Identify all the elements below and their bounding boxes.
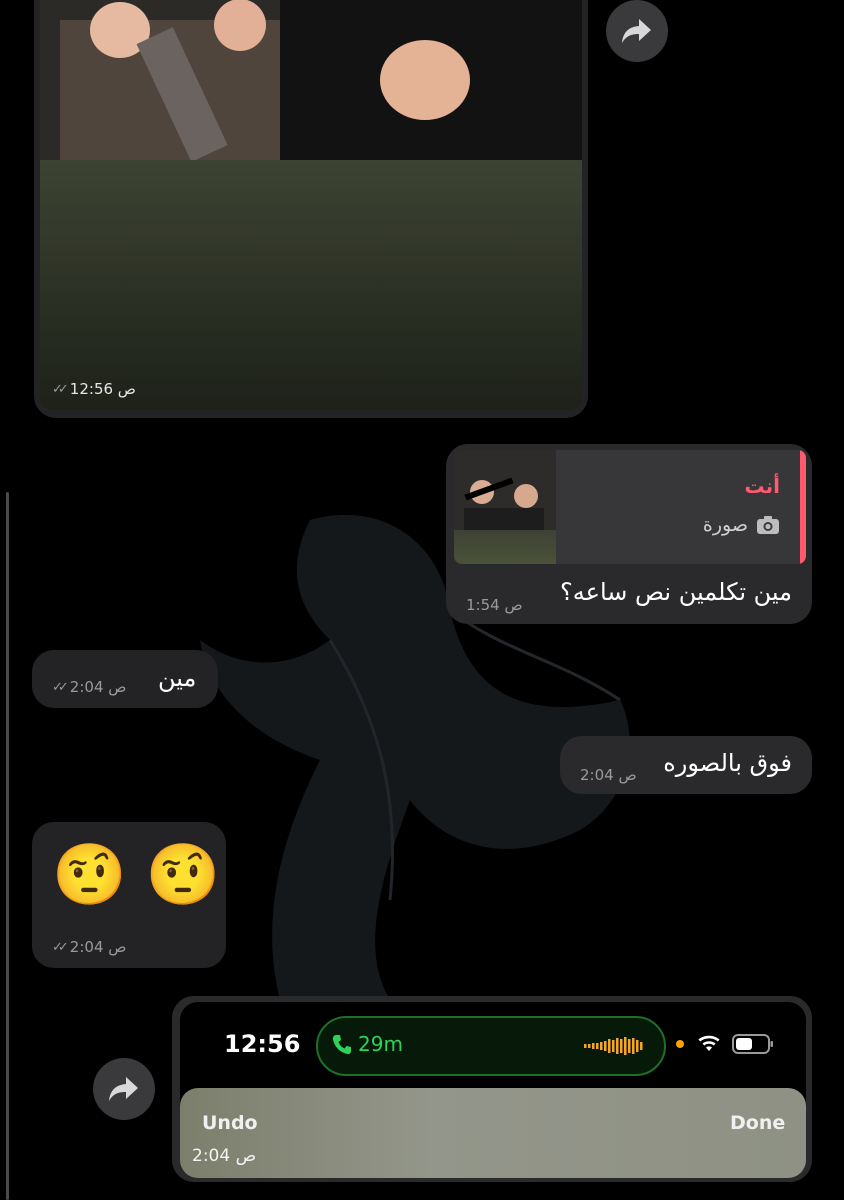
- undo-button[interactable]: Undo: [202, 1112, 258, 1134]
- reply-message-text: مين تكلمين نص ساعه؟: [560, 578, 792, 606]
- emoji-message-text: 🤨 🤨: [52, 840, 221, 910]
- forward-icon: [109, 1077, 138, 1101]
- message-time: 2:04 ص: [69, 938, 127, 956]
- screenshot-edit-sheet: [180, 1088, 806, 1178]
- waveform-icon: [584, 1037, 643, 1055]
- quoted-type-label: صورة: [702, 514, 748, 536]
- done-button[interactable]: Done: [730, 1112, 785, 1134]
- incoming-message-text: مين: [158, 664, 197, 692]
- shared-photo[interactable]: [40, 0, 582, 160]
- call-duration: 29m: [358, 1032, 403, 1056]
- thumbnail-content: [454, 450, 556, 530]
- double-check-icon: ✓✓: [52, 381, 69, 397]
- photo-bottom-area: [40, 160, 582, 410]
- screenshot-message-time: 2:04 ص: [192, 1146, 257, 1166]
- camera-icon: [757, 516, 779, 534]
- reply-accent-bar: [800, 450, 806, 564]
- forward-icon: [622, 19, 651, 43]
- emoji-message-meta: ✓✓ 2:04 ص: [52, 938, 126, 956]
- status-bar-time: 12:56: [224, 1030, 301, 1058]
- scroll-indicator[interactable]: [6, 492, 9, 1200]
- battery-icon: [732, 1034, 773, 1054]
- photo-content: [40, 0, 582, 160]
- quoted-type: صورة: [703, 514, 780, 536]
- wifi-icon: [698, 1035, 720, 1051]
- double-check-icon: ✓✓: [52, 939, 69, 955]
- message-time: 2:04 ص: [69, 678, 127, 696]
- reply-message-time: 1:54 ص: [466, 596, 523, 614]
- quoted-photo-thumbnail: [454, 450, 556, 564]
- quoted-sender: أنت: [744, 474, 780, 498]
- forward-button-top[interactable]: [606, 0, 668, 62]
- double-check-icon: ✓✓: [52, 679, 69, 695]
- phone-icon: [332, 1035, 351, 1055]
- privacy-indicator-dot: [676, 1040, 684, 1048]
- incoming-message-meta: ✓✓ 2:04 ص: [52, 678, 126, 696]
- dynamic-island-call: 29m: [316, 1016, 666, 1076]
- forward-button-bottom[interactable]: [93, 1058, 155, 1120]
- message-time: 12:56 ص: [69, 380, 136, 398]
- image-message-meta: ✓✓ 12:56 ص: [52, 380, 136, 398]
- outgoing-message-text: فوق بالصوره: [663, 749, 792, 777]
- quoted-message[interactable]: أنت صورة: [454, 450, 806, 564]
- outgoing-message-time: 2:04 ص: [580, 766, 637, 784]
